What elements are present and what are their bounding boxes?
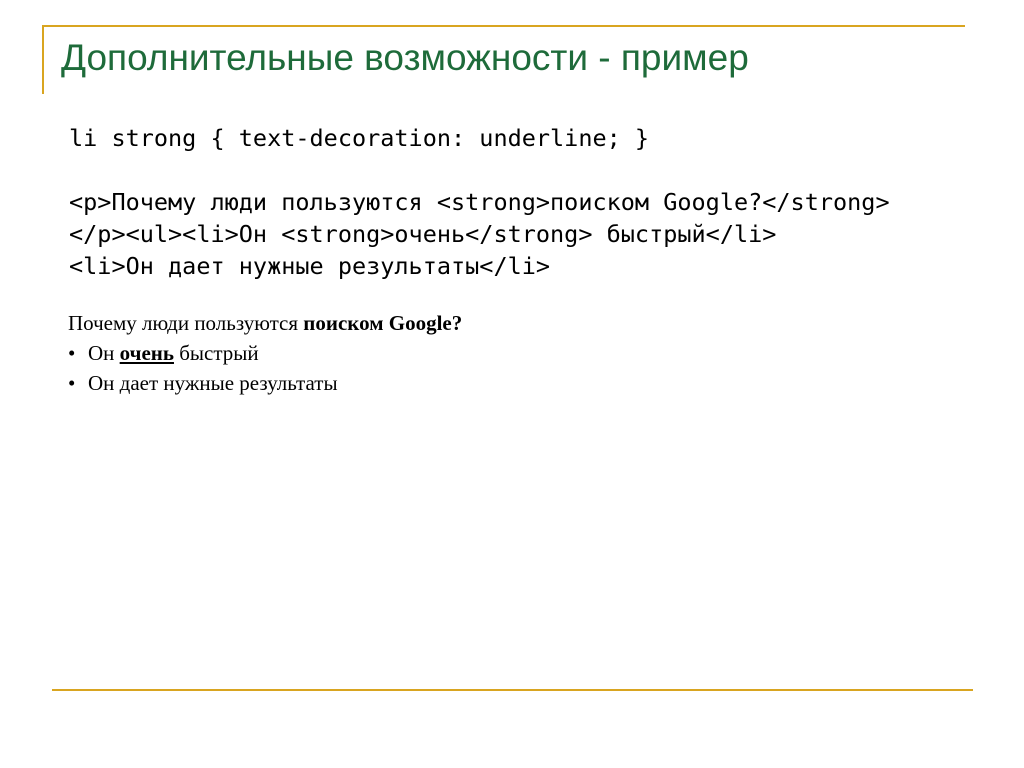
- html-code-block: <p>Почему люди пользуются <strong>поиско…: [69, 186, 890, 282]
- css-code-line: li strong { text-decoration: underline; …: [69, 124, 650, 152]
- rendered-output: Почему люди пользуются поиском Google? •…: [68, 308, 462, 398]
- bullet-icon: •: [68, 371, 76, 395]
- html-code-line-1: <p>Почему люди пользуются <strong>поиско…: [69, 188, 890, 216]
- rendered-paragraph: Почему люди пользуются поиском Google?: [68, 308, 462, 338]
- html-code-line-2: </p><ul><li>Он <strong>очень</strong> бы…: [69, 220, 777, 248]
- bottom-divider: [52, 689, 973, 691]
- list-item: • Он дает нужные результаты: [68, 368, 462, 398]
- list-item-text: Он дает нужные результаты: [88, 371, 338, 395]
- left-divider: [42, 25, 44, 94]
- slide-title: Дополнительные возможности - пример: [61, 37, 749, 78]
- css-code-block: li strong { text-decoration: underline; …: [69, 122, 649, 154]
- rendered-paragraph-strong: поиском Google?: [303, 311, 463, 335]
- list-item: • Он очень быстрый: [68, 338, 462, 368]
- top-divider: [42, 25, 965, 27]
- html-code-line-3: <li>Он дает нужные результаты</li>: [69, 252, 551, 280]
- bullet-icon: •: [68, 341, 76, 365]
- list-item-before: Он: [88, 341, 120, 365]
- rendered-paragraph-text: Почему люди пользуются: [68, 311, 304, 335]
- rendered-list: • Он очень быстрый • Он дает нужные резуль…: [68, 338, 462, 398]
- list-item-strong: очень: [119, 341, 174, 365]
- slide: Дополнительные возможности - пример li s…: [0, 0, 1024, 768]
- list-item-after: быстрый: [173, 341, 259, 365]
